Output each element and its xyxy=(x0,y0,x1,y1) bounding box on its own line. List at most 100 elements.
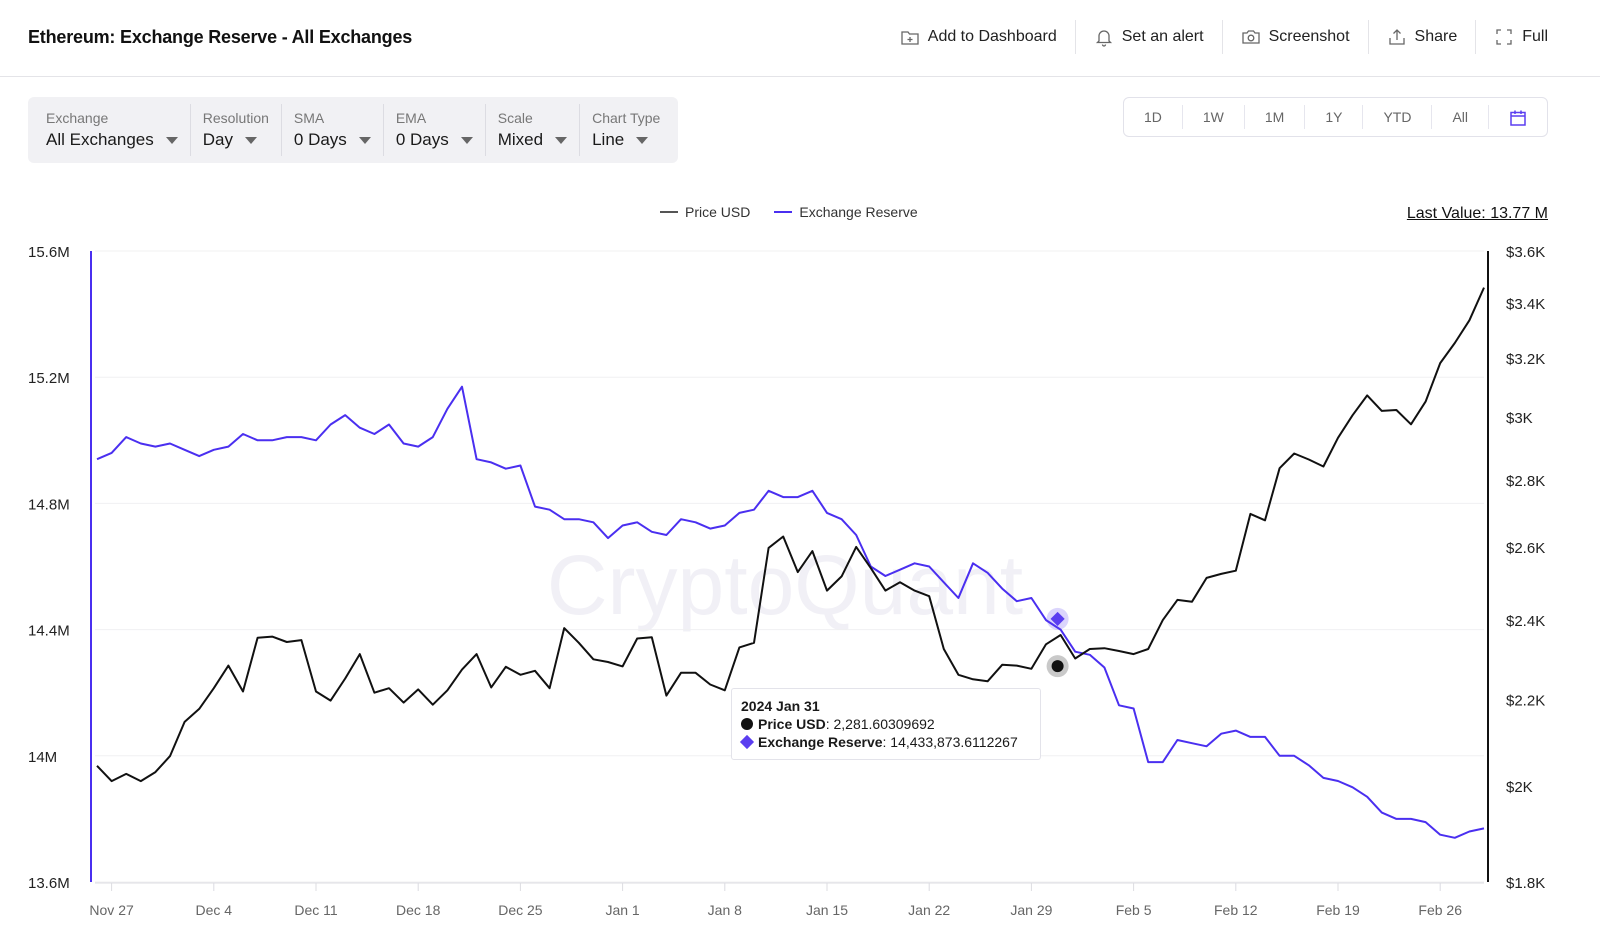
right-axis: $1.8K $2K $2.2K $2.4K $2.6K $2.8K $3K $3.2K $3.4… xyxy=(1506,244,1545,892)
share-icon xyxy=(1388,29,1405,45)
exchange-select-label: Exchange xyxy=(46,110,109,126)
last-value[interactable]: Last Value: 13.77 M xyxy=(1407,205,1548,223)
x-axis-tick-label: Nov 27 xyxy=(89,902,134,918)
watermark: CryptoQuant xyxy=(547,538,1023,632)
left-axis-tick-label: 15.2M xyxy=(28,370,70,387)
range-ytd-button[interactable]: YTD xyxy=(1363,105,1433,129)
resolution-select-label: Resolution xyxy=(202,110,269,126)
time-range-selector: 1D 1W 1M 1Y YTD All xyxy=(1122,97,1548,137)
x-axis-tick-label: Dec 18 xyxy=(396,902,441,918)
resolution-select[interactable]: Resolution Day xyxy=(191,104,282,156)
folder-plus-icon xyxy=(901,31,919,45)
legend-swatch-price xyxy=(660,211,678,213)
screenshot-button[interactable]: Screenshot xyxy=(1223,20,1369,54)
share-button[interactable]: Share xyxy=(1369,20,1477,54)
legend-item-reserve[interactable]: Exchange Reserve xyxy=(774,204,918,220)
caret-down-icon xyxy=(460,136,473,144)
x-axis-tick-label: Feb 19 xyxy=(1316,902,1360,918)
caret-down-icon xyxy=(165,136,178,144)
calendar-icon xyxy=(1510,110,1526,127)
price-marker-dot xyxy=(1051,660,1064,673)
x-axis-tick-label: Jan 22 xyxy=(908,902,950,918)
tooltip-reserve-value: : 14,433,873.6112267 xyxy=(882,734,1018,750)
x-axis-tick-label: Dec 25 xyxy=(498,902,543,918)
left-axis-tick-label: 15.6M xyxy=(28,244,70,261)
fullscreen-icon xyxy=(1496,29,1512,45)
tooltip-price-value: : 2,281.60309692 xyxy=(825,716,935,732)
right-axis-tick-label: $2.6K xyxy=(1506,540,1545,557)
exchange-select-value: All Exchanges xyxy=(46,130,154,149)
right-axis-tick-label: $3.4K xyxy=(1506,296,1545,313)
set-alert-label: Set an alert xyxy=(1121,28,1204,45)
add-to-dashboard-label: Add to Dashboard xyxy=(927,28,1057,45)
left-axis-tick-label: 13.6M xyxy=(28,875,70,892)
legend-swatch-reserve xyxy=(774,211,793,213)
chart-type-select-value: Line xyxy=(592,130,625,149)
chart-filters: Exchange All Exchanges Resolution Day SM… xyxy=(28,97,679,163)
chart-type-select-label: Chart Type xyxy=(592,110,661,126)
right-axis-tick-label: $3.2K xyxy=(1506,351,1545,368)
x-axis-tick-label: Jan 1 xyxy=(605,902,639,918)
page-title: Ethereum: Exchange Reserve - All Exchang… xyxy=(28,27,413,47)
sma-select-value: 0 Days xyxy=(293,130,347,149)
ema-select-value: 0 Days xyxy=(395,130,449,149)
chart-area[interactable]: CryptoQuant 13.6M 14M 14.4M 14.8M 15.2M 15.6M… xyxy=(0,230,1600,948)
price-dot-icon xyxy=(741,718,753,730)
tooltip-reserve-label: Exchange Reserve xyxy=(758,734,883,750)
page-header: Ethereum: Exchange Reserve - All Exchang… xyxy=(0,0,1600,77)
sma-select[interactable]: SMA 0 Days xyxy=(282,104,384,156)
right-axis-tick-label: $1.8K xyxy=(1506,875,1545,892)
right-axis-tick-label: $2.2K xyxy=(1506,692,1545,709)
caret-down-icon xyxy=(358,136,371,144)
x-axis-tick-label: Dec 4 xyxy=(196,902,233,918)
x-axis-tick-label: Jan 8 xyxy=(708,902,742,918)
left-axis-tick-label: 14.8M xyxy=(28,496,70,513)
chart-type-select[interactable]: Chart Type Line xyxy=(580,104,672,156)
x-axis-tick-label: Feb 26 xyxy=(1418,902,1462,918)
range-1m-button[interactable]: 1M xyxy=(1245,105,1306,129)
scale-select-label: Scale xyxy=(497,110,533,126)
header-actions: Add to Dashboard Set an alert Screenshot… xyxy=(882,20,1600,54)
resolution-select-value: Day xyxy=(202,130,233,149)
range-all-button[interactable]: All xyxy=(1432,105,1489,129)
x-axis-tick-label: Dec 11 xyxy=(294,902,338,918)
range-1y-button[interactable]: 1Y xyxy=(1305,105,1364,129)
x-axis-tick-label: Jan 29 xyxy=(1010,902,1052,918)
scale-select[interactable]: Scale Mixed xyxy=(486,104,581,156)
share-label: Share xyxy=(1414,28,1458,45)
left-axis-tick-label: 14M xyxy=(28,749,57,766)
right-axis-tick-label: $2.4K xyxy=(1506,613,1545,630)
chart-tooltip: 2024 Jan 31 Price USD: 2,281.60309692 Ex… xyxy=(731,688,1041,760)
caret-down-icon xyxy=(636,136,649,144)
chart-legend: Price USD Exchange Reserve xyxy=(660,204,918,220)
reserve-diamond-icon xyxy=(739,734,755,750)
left-axis-tick-label: 14.4M xyxy=(28,623,70,640)
x-axis-tick-label: Jan 15 xyxy=(806,902,848,918)
fullscreen-label: Full xyxy=(1522,28,1548,45)
date-picker-button[interactable] xyxy=(1489,105,1547,129)
legend-label-price: Price USD xyxy=(685,204,751,220)
tooltip-date: 2024 Jan 31 xyxy=(741,698,820,714)
screenshot-label: Screenshot xyxy=(1268,28,1350,45)
ema-select-label: EMA xyxy=(395,110,427,126)
caret-down-icon xyxy=(555,136,568,144)
set-alert-button[interactable]: Set an alert xyxy=(1076,20,1223,54)
bell-icon xyxy=(1095,30,1112,47)
right-axis-tick-label: $2K xyxy=(1506,779,1533,796)
tooltip-price-label: Price USD xyxy=(758,716,826,732)
add-to-dashboard-button[interactable]: Add to Dashboard xyxy=(882,20,1076,54)
range-1d-button[interactable]: 1D xyxy=(1124,105,1183,129)
exchange-select[interactable]: Exchange All Exchanges xyxy=(34,104,191,156)
right-axis-tick-label: $2.8K xyxy=(1506,473,1545,490)
range-1w-button[interactable]: 1W xyxy=(1183,105,1245,129)
fullscreen-button[interactable]: Full xyxy=(1476,20,1600,54)
left-axis: 13.6M 14M 14.4M 14.8M 15.2M 15.6M xyxy=(28,244,70,892)
legend-label-reserve: Exchange Reserve xyxy=(799,204,918,220)
sma-select-label: SMA xyxy=(293,110,325,126)
caret-down-icon xyxy=(244,136,257,144)
right-axis-tick-label: $3.6K xyxy=(1506,244,1545,261)
right-axis-tick-label: $3K xyxy=(1506,410,1533,427)
scale-select-value: Mixed xyxy=(497,130,544,149)
ema-select[interactable]: EMA 0 Days xyxy=(384,104,486,156)
legend-item-price[interactable]: Price USD xyxy=(660,204,750,220)
